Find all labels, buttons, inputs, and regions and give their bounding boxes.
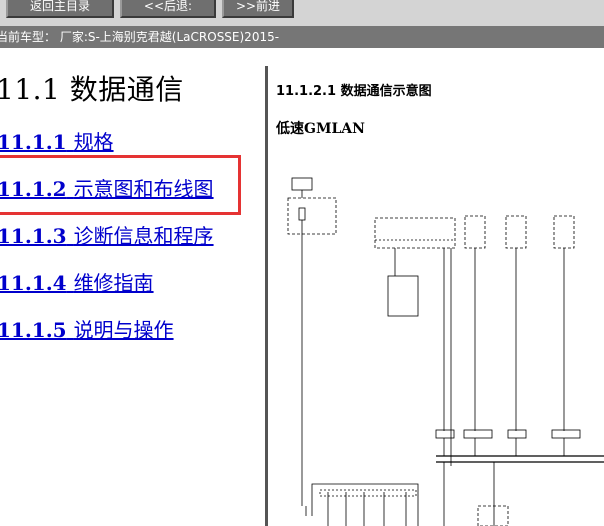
toc-link-specifications[interactable]: 11.1.1 规格 bbox=[0, 126, 114, 155]
toc-link-number: 11.1.5 bbox=[0, 318, 67, 342]
module-box-3 bbox=[553, 215, 575, 249]
toolbar: 返回主目录 <<后退: >>前进 bbox=[0, 0, 604, 26]
toc-link-label: 规格 bbox=[73, 130, 114, 154]
section-heading: 11.1.2.1 数据通信示意图 bbox=[276, 84, 432, 99]
toc-link-number: 11.1.1 bbox=[0, 130, 67, 154]
back-button[interactable]: <<后退: bbox=[120, 0, 216, 18]
fuse-block-outline bbox=[287, 197, 337, 235]
toc-link-diagnostics[interactable]: 11.1.3 诊断信息和程序 bbox=[0, 220, 214, 249]
module-box-1 bbox=[464, 215, 486, 249]
vehicle-info-text: 当前车型： 厂家:S-上海别克君越(LaCROSSE)2015- bbox=[0, 30, 280, 44]
ground-connector-box bbox=[387, 275, 419, 317]
toc-link-number: 11.1.3 bbox=[0, 224, 67, 248]
vehicle-info-bar: 当前车型： 厂家:S-上海别克君越(LaCROSSE)2015- bbox=[0, 26, 604, 48]
lower-module-box bbox=[477, 505, 509, 526]
splice-label-2 bbox=[463, 429, 493, 439]
toc-link-schematics[interactable]: 11.1.2 示意图和布线图 bbox=[0, 173, 214, 202]
toc-link-label: 示意图和布线图 bbox=[73, 177, 214, 201]
content-pane: 11.1.2.1 数据通信示意图 低速GMLAN bbox=[268, 66, 604, 526]
fuse-box-icon bbox=[291, 177, 313, 191]
page-title: 11.1 数据通信 bbox=[0, 73, 184, 106]
toc-link-label: 说明与操作 bbox=[73, 318, 174, 342]
toc-link-description[interactable]: 11.1.5 说明与操作 bbox=[0, 314, 174, 343]
toc-link-label: 维修指南 bbox=[73, 271, 154, 295]
splice-label-3 bbox=[507, 429, 527, 439]
toc-link-number: 11.1.4 bbox=[0, 271, 67, 295]
toc-link-label: 诊断信息和程序 bbox=[73, 224, 214, 248]
module-box-2 bbox=[505, 215, 527, 249]
wiring-schematic bbox=[287, 177, 604, 526]
splice-label-4 bbox=[551, 429, 581, 439]
diagram-title: 低速GMLAN bbox=[276, 121, 365, 137]
forward-button[interactable]: >>前进 bbox=[222, 0, 294, 18]
toc-link-number: 11.1.2 bbox=[0, 177, 67, 201]
toc-pane: 11.1 数据通信 11.1.1 规格 11.1.2 示意图和布线图 11.1.… bbox=[0, 48, 265, 526]
module-outline bbox=[374, 217, 456, 249]
back-to-contents-button[interactable]: 返回主目录 bbox=[6, 0, 114, 18]
toc-link-repair[interactable]: 11.1.4 维修指南 bbox=[0, 267, 154, 296]
